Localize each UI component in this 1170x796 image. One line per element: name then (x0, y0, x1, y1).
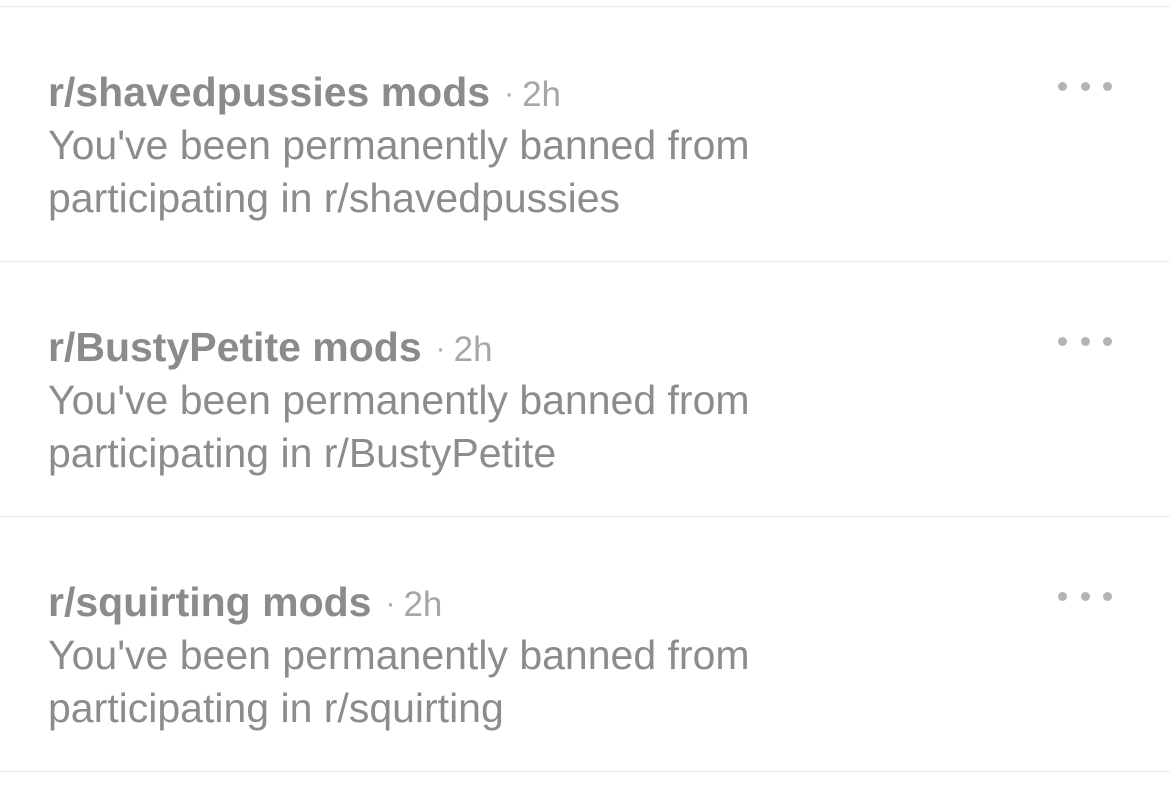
notification-item[interactable]: r/squirting mods · 2h You've been permanen… (0, 517, 1170, 771)
separator-dot: · (435, 332, 446, 365)
more-options-button[interactable] (1058, 330, 1112, 352)
divider (0, 771, 1170, 772)
notification-header: r/BustyPetite mods · 2h (48, 324, 493, 380)
more-horizontal-icon-dot (1103, 591, 1112, 601)
notification-header: r/shavedpussies mods · 2h (48, 69, 561, 125)
more-options-button[interactable] (1058, 585, 1112, 607)
more-horizontal-icon (1058, 81, 1067, 91)
notification-time: 2h (453, 330, 493, 369)
more-options-button[interactable] (1058, 75, 1112, 97)
separator-dot: · (504, 77, 515, 110)
notification-list: r/shavedpussies mods · 2h You've been perm… (0, 0, 1170, 796)
notification-message: You've been permanently banned from part… (48, 632, 750, 731)
more-horizontal-icon-dot (1080, 591, 1090, 601)
more-horizontal-icon-dot (1080, 81, 1090, 91)
notification-sender: r/BustyPetite mods (48, 324, 422, 370)
more-horizontal-icon-dot (1080, 336, 1090, 346)
more-horizontal-icon-dot (1103, 81, 1112, 91)
notification-header: r/squirting mods · 2h (48, 579, 442, 635)
notification-sender: r/squirting mods (48, 579, 372, 625)
notification-item[interactable]: r/BustyPetite mods · 2h You've been perman… (0, 262, 1170, 516)
notification-time: 2h (403, 585, 443, 624)
notification-message: You've been permanently banned from part… (48, 122, 750, 221)
notification-sender: r/shavedpussies mods (48, 69, 491, 115)
more-horizontal-icon (1058, 591, 1067, 601)
separator-dot: · (385, 587, 396, 620)
notification-time: 2h (522, 75, 562, 114)
more-horizontal-icon (1058, 336, 1067, 346)
more-horizontal-icon-dot (1103, 336, 1112, 346)
notification-message: You've been permanently banned from part… (48, 377, 750, 476)
notification-item[interactable]: r/shavedpussies mods · 2h You've been perm… (0, 7, 1170, 261)
